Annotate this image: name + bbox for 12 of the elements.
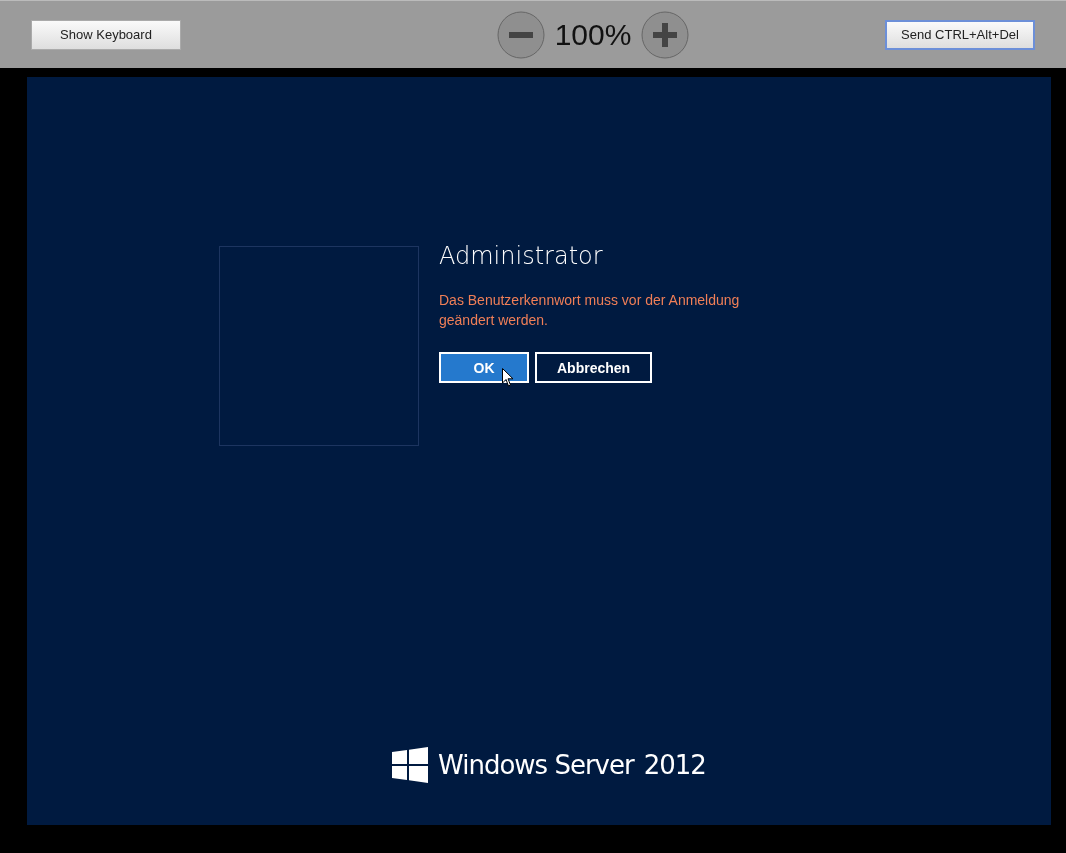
show-keyboard-button[interactable]: Show Keyboard bbox=[31, 19, 181, 50]
user-name: Administrator bbox=[439, 242, 604, 270]
cancel-button[interactable]: Abbrechen bbox=[535, 352, 653, 383]
product-version: 2012 bbox=[643, 750, 706, 780]
mouse-cursor-icon bbox=[502, 368, 514, 387]
windows-flag-icon bbox=[392, 747, 429, 783]
zoom-out-icon[interactable] bbox=[496, 10, 545, 59]
zoom-level: 100% bbox=[554, 17, 632, 52]
product-name: Windows Server bbox=[438, 750, 634, 780]
send-ctrl-alt-del-button[interactable]: Send CTRL+Alt+Del bbox=[885, 19, 1035, 50]
error-message: Das Benutzerkennwort muss vor der Anmeldung geändert werden. bbox=[439, 291, 741, 330]
zoom-in-icon[interactable] bbox=[641, 10, 690, 59]
